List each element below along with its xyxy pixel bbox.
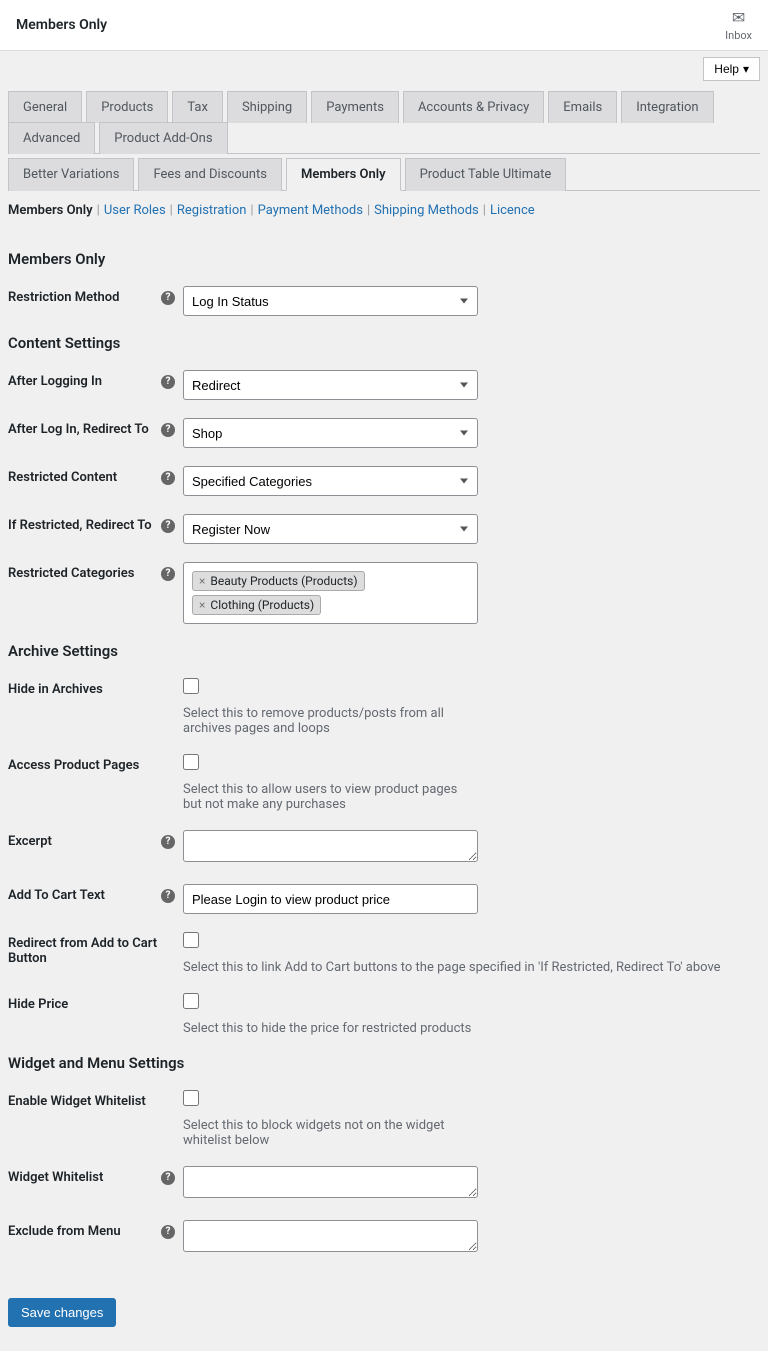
label-enable-widget-whitelist: Enable Widget Whitelist <box>8 1094 146 1109</box>
help-icon[interactable]: ? <box>161 1171 175 1185</box>
section-widget-menu-settings: Widget and Menu Settings <box>8 1054 760 1072</box>
tab-product-add-ons[interactable]: Product Add-Ons <box>99 122 227 154</box>
help-label: Help <box>714 62 739 76</box>
label-restriction-method: Restriction Method <box>8 290 119 305</box>
tab-general[interactable]: General <box>8 91 82 123</box>
label-redirect-from-atc: Redirect from Add to Cart Button <box>8 936 175 966</box>
tab-payments[interactable]: Payments <box>311 91 399 123</box>
help-icon[interactable]: ? <box>161 835 175 849</box>
tab-product-table-ultimate[interactable]: Product Table Ultimate <box>405 158 567 191</box>
desc-hide-price: Select this to hide the price for restri… <box>183 1021 478 1036</box>
tab-emails[interactable]: Emails <box>548 91 617 123</box>
help-icon[interactable]: ? <box>161 889 175 903</box>
subnav-licence[interactable]: Licence <box>490 203 535 218</box>
label-restricted-categories: Restricted Categories <box>8 566 134 581</box>
subnav-members-only[interactable]: Members Only <box>8 203 93 218</box>
help-button[interactable]: Help ▾ <box>703 57 760 81</box>
widget-whitelist-input[interactable] <box>183 1166 478 1198</box>
tab-better-variations[interactable]: Better Variations <box>8 158 134 191</box>
tab-tax[interactable]: Tax <box>172 91 223 123</box>
redirect-from-atc-checkbox[interactable] <box>183 932 199 948</box>
subnav: Members Only|User Roles|Registration|Pay… <box>0 191 768 226</box>
label-access-product-pages: Access Product Pages <box>8 758 139 773</box>
label-hide-in-archives: Hide in Archives <box>8 682 103 697</box>
label-excerpt: Excerpt <box>8 834 52 849</box>
subnav-shipping-methods[interactable]: Shipping Methods <box>374 203 479 218</box>
if-restricted-redirect-select[interactable]: Register Now <box>183 514 478 544</box>
desc-access-product-pages: Select this to allow users to view produ… <box>183 782 478 812</box>
tag-item[interactable]: × Beauty Products (Products) <box>192 571 365 591</box>
after-logging-in-select[interactable]: Redirect <box>183 370 478 400</box>
chevron-down-icon: ▾ <box>743 62 749 76</box>
subnav-user-roles[interactable]: User Roles <box>104 203 166 218</box>
tag-remove-icon[interactable]: × <box>199 574 205 588</box>
help-icon[interactable]: ? <box>161 567 175 581</box>
help-icon[interactable]: ? <box>161 1225 175 1239</box>
tab-fees-and-discounts[interactable]: Fees and Discounts <box>138 158 282 191</box>
help-icon[interactable]: ? <box>161 471 175 485</box>
help-icon[interactable]: ? <box>161 291 175 305</box>
label-after-logging-in: After Logging In <box>8 374 102 389</box>
exclude-from-menu-input[interactable] <box>183 1220 478 1252</box>
tag-remove-icon[interactable]: × <box>199 598 205 612</box>
section-content-settings: Content Settings <box>8 334 760 352</box>
subnav-payment-methods[interactable]: Payment Methods <box>258 203 363 218</box>
tabs-row-1: GeneralProductsTaxShippingPaymentsAccoun… <box>8 91 760 154</box>
subnav-registration[interactable]: Registration <box>177 203 247 218</box>
restriction-method-select[interactable]: Log In Status <box>183 286 478 316</box>
inbox-icon: ✉ <box>725 8 752 27</box>
add-to-cart-text-input[interactable] <box>183 884 478 914</box>
desc-enable-widget-whitelist: Select this to block widgets not on the … <box>183 1118 478 1148</box>
label-add-to-cart-text: Add To Cart Text <box>8 888 105 903</box>
desc-redirect-from-atc: Select this to link Add to Cart buttons … <box>183 960 760 975</box>
help-icon[interactable]: ? <box>161 519 175 533</box>
tab-products[interactable]: Products <box>86 91 168 123</box>
section-members-only: Members Only <box>8 250 760 268</box>
tab-accounts-privacy[interactable]: Accounts & Privacy <box>403 91 544 123</box>
label-widget-whitelist: Widget Whitelist <box>8 1170 103 1185</box>
tabs-row-2: Better VariationsFees and DiscountsMembe… <box>8 158 760 191</box>
hide-price-checkbox[interactable] <box>183 993 199 1009</box>
tab-shipping[interactable]: Shipping <box>227 91 307 123</box>
label-exclude-from-menu: Exclude from Menu <box>8 1224 121 1239</box>
tab-advanced[interactable]: Advanced <box>8 122 95 154</box>
restricted-categories-input[interactable]: × Beauty Products (Products) × Clothing (… <box>183 562 478 624</box>
help-icon[interactable]: ? <box>161 375 175 389</box>
desc-hide-in-archives: Select this to remove products/posts fro… <box>183 706 478 736</box>
tab-integration[interactable]: Integration <box>621 91 713 123</box>
label-after-login-redirect: After Log In, Redirect To <box>8 422 149 437</box>
excerpt-input[interactable] <box>183 830 478 862</box>
after-login-redirect-select[interactable]: Shop <box>183 418 478 448</box>
access-product-pages-checkbox[interactable] <box>183 754 199 770</box>
tab-members-only[interactable]: Members Only <box>286 158 401 191</box>
help-icon[interactable]: ? <box>161 423 175 437</box>
hide-in-archives-checkbox[interactable] <box>183 678 199 694</box>
page-title: Members Only <box>16 17 107 33</box>
section-archive-settings: Archive Settings <box>8 642 760 660</box>
inbox-label: Inbox <box>725 29 752 42</box>
tag-item[interactable]: × Clothing (Products) <box>192 595 321 615</box>
label-if-restricted-redirect: If Restricted, Redirect To <box>8 518 152 533</box>
label-restricted-content: Restricted Content <box>8 470 117 485</box>
enable-widget-whitelist-checkbox[interactable] <box>183 1090 199 1106</box>
restricted-content-select[interactable]: Specified Categories <box>183 466 478 496</box>
inbox-button[interactable]: ✉ Inbox <box>725 8 752 42</box>
label-hide-price: Hide Price <box>8 997 68 1012</box>
save-button[interactable]: Save changes <box>8 1298 116 1327</box>
